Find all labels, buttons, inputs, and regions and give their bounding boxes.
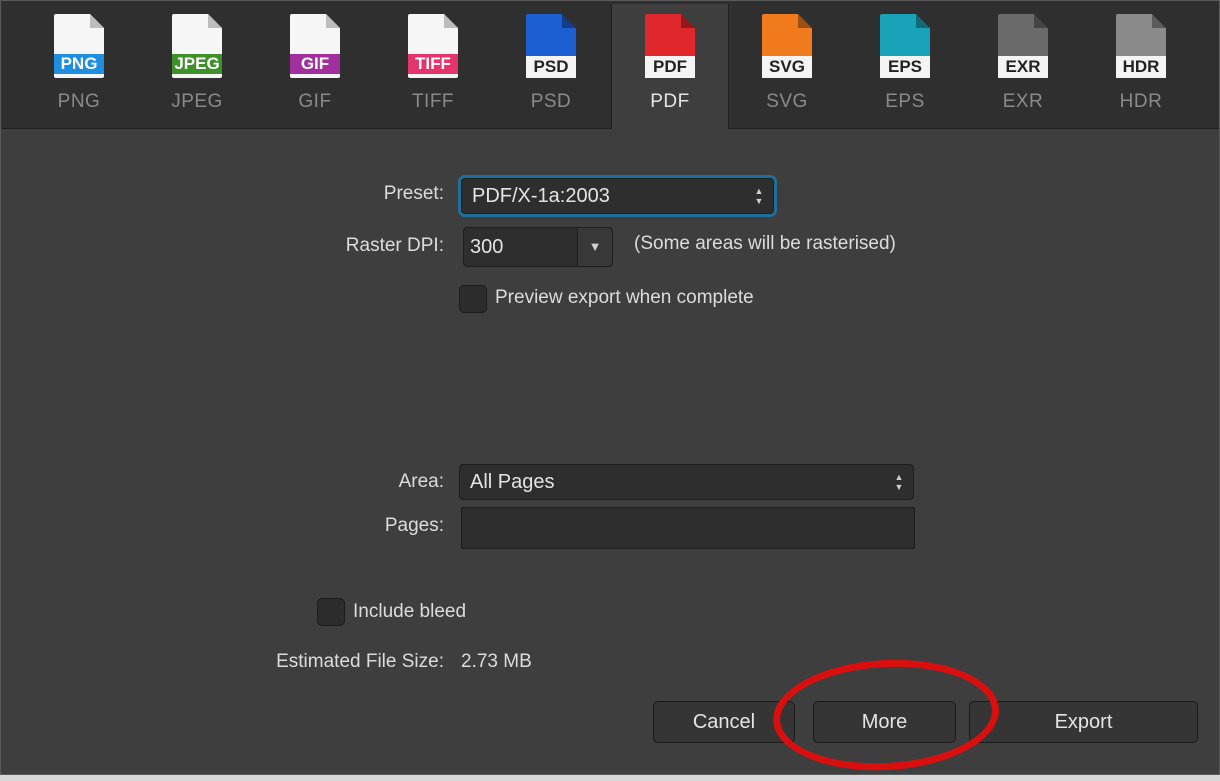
tab-gif[interactable]: GIF GIF bbox=[257, 4, 373, 128]
format-tabbar: PNG PNG JPEG JPEG GIF GIF TIFF TIFF PSD PSD PDF PDF… bbox=[1, 1, 1219, 129]
area-select[interactable]: All Pages ▲ ▼ bbox=[459, 464, 914, 500]
area-label: Area: bbox=[398, 471, 444, 492]
tab-label: HDR bbox=[1119, 91, 1163, 112]
raster-dpi-label: Raster DPI: bbox=[345, 235, 444, 256]
export-button[interactable]: Export bbox=[969, 701, 1198, 743]
export-dialog: PNG PNG JPEG JPEG GIF GIF TIFF TIFF PSD PSD PDF PDF… bbox=[0, 0, 1220, 775]
jpeg-file-icon: JPEG bbox=[172, 14, 222, 78]
raster-dpi-value: 300 bbox=[470, 236, 504, 258]
tab-label: PNG bbox=[57, 91, 101, 112]
tab-label: EPS bbox=[885, 91, 925, 112]
preview-label: Preview export when complete bbox=[495, 287, 754, 308]
tab-label: SVG bbox=[766, 91, 808, 112]
tab-svg[interactable]: SVG SVG bbox=[729, 4, 845, 128]
area-value: All Pages bbox=[470, 471, 555, 493]
file-size-label: Estimated File Size: bbox=[276, 651, 444, 672]
preset-value: PDF/X-1a:2003 bbox=[472, 185, 610, 207]
tab-label: TIFF bbox=[411, 91, 455, 112]
tab-eps[interactable]: EPS EPS bbox=[847, 4, 963, 128]
gif-file-icon: GIF bbox=[290, 14, 340, 78]
chevron-down-icon[interactable]: ▼ bbox=[577, 228, 612, 266]
eps-file-icon: EPS bbox=[880, 14, 930, 78]
raster-dpi-combobox[interactable]: 300 ▼ bbox=[463, 227, 613, 267]
include-bleed-label: Include bleed bbox=[353, 601, 467, 622]
raster-note: (Some areas will be rasterised) bbox=[634, 233, 896, 254]
tab-jpeg[interactable]: JPEG JPEG bbox=[139, 4, 255, 128]
preview-checkbox[interactable] bbox=[459, 285, 487, 313]
exr-file-icon: EXR bbox=[998, 14, 1048, 78]
tab-label: JPEG bbox=[171, 91, 223, 112]
tab-hdr[interactable]: HDR HDR bbox=[1083, 4, 1199, 128]
tab-label: EXR bbox=[1002, 91, 1044, 112]
pages-input[interactable] bbox=[461, 507, 915, 549]
more-button[interactable]: More bbox=[813, 701, 956, 743]
tab-exr[interactable]: EXR EXR bbox=[965, 4, 1081, 128]
tab-psd[interactable]: PSD PSD bbox=[493, 4, 609, 128]
tiff-file-icon: TIFF bbox=[408, 14, 458, 78]
tab-tiff[interactable]: TIFF TIFF bbox=[375, 4, 491, 128]
png-file-icon: PNG bbox=[54, 14, 104, 78]
preset-select[interactable]: PDF/X-1a:2003 ▲ ▼ bbox=[461, 178, 774, 214]
hdr-file-icon: HDR bbox=[1116, 14, 1166, 78]
tab-label: PSD bbox=[530, 91, 572, 112]
tab-label: PDF bbox=[650, 91, 690, 112]
include-bleed-checkbox[interactable] bbox=[317, 598, 345, 626]
file-size-value: 2.73 MB bbox=[461, 651, 532, 672]
updown-stepper-icon: ▲ ▼ bbox=[894, 472, 904, 492]
tab-pdf[interactable]: PDF PDF bbox=[611, 4, 729, 129]
preset-label: Preset: bbox=[383, 183, 444, 204]
pdf-file-icon: PDF bbox=[645, 14, 695, 78]
cancel-button[interactable]: Cancel bbox=[653, 701, 795, 743]
psd-file-icon: PSD bbox=[526, 14, 576, 78]
tab-label: GIF bbox=[298, 91, 332, 112]
tab-png[interactable]: PNG PNG bbox=[21, 4, 137, 128]
pages-label: Pages: bbox=[384, 515, 444, 536]
updown-stepper-icon: ▲ ▼ bbox=[754, 186, 764, 206]
svg-file-icon: SVG bbox=[762, 14, 812, 78]
